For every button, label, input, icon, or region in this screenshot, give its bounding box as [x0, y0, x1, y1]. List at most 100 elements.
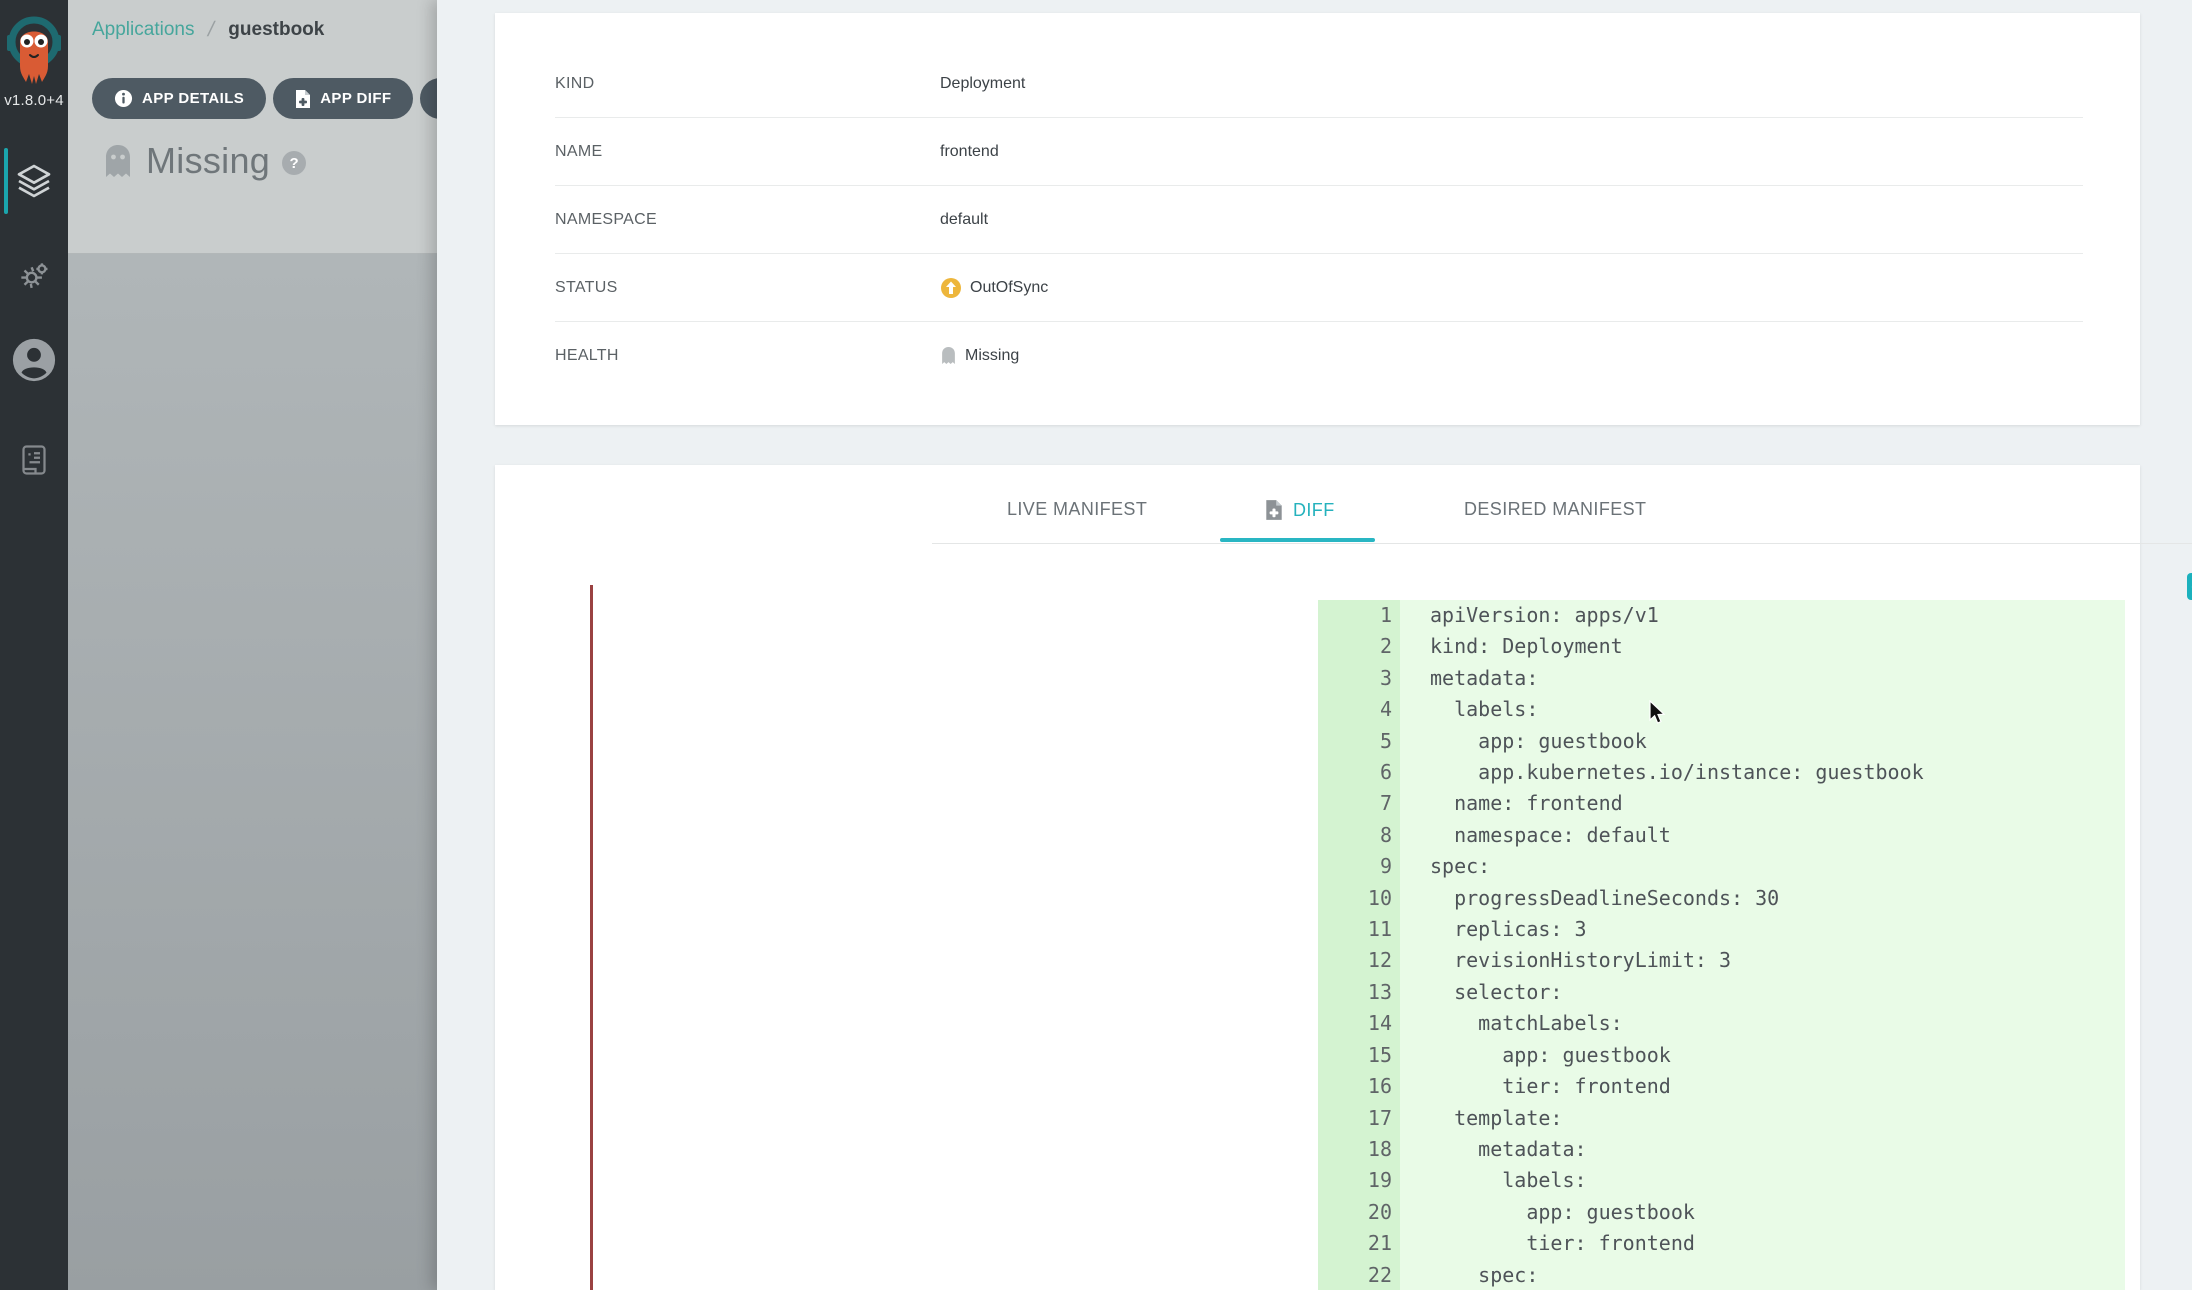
code-text: tier: frontend — [1400, 1071, 2125, 1102]
code-text: metadata: — [1400, 1134, 2125, 1165]
app-details-button[interactable]: APP DETAILS — [92, 78, 266, 119]
line-number: 13 — [1318, 977, 1400, 1008]
code-text: apiVersion: apps/v1 — [1400, 600, 2125, 631]
line-number: 5 — [1318, 726, 1400, 757]
code-text: progressDeadlineSeconds: 30 — [1400, 883, 2125, 914]
ghost-icon — [102, 143, 134, 179]
info-circle-icon — [114, 89, 133, 108]
diff-line: 9spec: — [1318, 851, 2125, 882]
diff-line: 16 tier: frontend — [1318, 1071, 2125, 1102]
breadcrumb-current: guestbook — [228, 19, 324, 41]
diff-line: 3metadata: — [1318, 663, 2125, 694]
diff-line: 19 labels: — [1318, 1165, 2125, 1196]
diff-line: 18 metadata: — [1318, 1134, 2125, 1165]
tab-diff-label: DIFF — [1293, 500, 1335, 521]
summary-label: HEALTH — [555, 347, 940, 365]
line-number: 15 — [1318, 1040, 1400, 1071]
sidebar-item-documentation[interactable] — [0, 424, 68, 496]
summary-value: default — [940, 211, 988, 229]
page-toolbar-area: Applications / guestbook APP DETAILS APP… — [68, 0, 437, 254]
line-number: 11 — [1318, 914, 1400, 945]
diff-line: 7 name: frontend — [1318, 788, 2125, 819]
summary-row-namespace: NAMESPACEdefault — [555, 186, 2083, 254]
line-number: 3 — [1318, 663, 1400, 694]
summary-label: NAMESPACE — [555, 211, 940, 229]
line-number: 9 — [1318, 851, 1400, 882]
gear-icon — [15, 257, 53, 295]
tab-diff[interactable]: DIFF — [1265, 499, 1335, 521]
diff-line: 10 progressDeadlineSeconds: 30 — [1318, 883, 2125, 914]
code-text: spec: — [1400, 851, 2125, 882]
line-number: 8 — [1318, 820, 1400, 851]
diff-line: 4 labels: — [1318, 694, 2125, 725]
diff-line: 5 app: guestbook — [1318, 726, 2125, 757]
out-of-sync-icon — [940, 277, 962, 299]
code-text: app.kubernetes.io/instance: guestbook — [1400, 757, 2125, 788]
line-number: 12 — [1318, 945, 1400, 976]
code-text: app: guestbook — [1400, 726, 2125, 757]
diff-line: 11 replicas: 3 — [1318, 914, 2125, 945]
summary-label: NAME — [555, 143, 940, 161]
code-text: app: guestbook — [1400, 1197, 2125, 1228]
layers-icon — [14, 161, 54, 201]
sidebar-item-settings[interactable] — [0, 240, 68, 312]
diff-line: 15 app: guestbook — [1318, 1040, 2125, 1071]
line-number: 16 — [1318, 1071, 1400, 1102]
sidebar-item-user[interactable] — [0, 324, 68, 396]
version-label: v1.8.0+4 — [0, 92, 68, 109]
line-number: 4 — [1318, 694, 1400, 725]
help-circle-icon[interactable]: ? — [282, 151, 306, 175]
code-text: replicas: 3 — [1400, 914, 2125, 945]
tab-desired-manifest[interactable]: DESIRED MANIFEST — [1464, 499, 1646, 520]
diff-line: 2kind: Deployment — [1318, 631, 2125, 662]
tab-live-manifest-label: LIVE MANIFEST — [1007, 499, 1147, 520]
summary-value: Missing — [940, 346, 1019, 365]
resource-summary-card: KINDDeploymentNAMEfrontendNAMESPACEdefau… — [495, 13, 2140, 425]
active-tab-underline — [1220, 538, 1375, 542]
app-details-label: APP DETAILS — [142, 90, 244, 107]
summary-label: STATUS — [555, 279, 940, 297]
summary-value: frontend — [940, 143, 999, 161]
breadcrumb-applications-link[interactable]: Applications — [92, 19, 194, 41]
summary-row-health: HEALTHMissing — [555, 322, 2083, 389]
code-text: tier: frontend — [1400, 1228, 2125, 1259]
line-number: 2 — [1318, 631, 1400, 662]
compact-diff-option[interactable]: ✓ Compact diff — [2187, 560, 2192, 612]
code-text: selector: — [1400, 977, 2125, 1008]
code-text: kind: Deployment — [1400, 631, 2125, 662]
sidebar: v1.8.0+4 — [0, 0, 68, 1290]
summary-rows: KINDDeploymentNAMEfrontendNAMESPACEdefau… — [495, 50, 2140, 389]
code-text: template: — [1400, 1103, 2125, 1134]
summary-row-kind: KINDDeployment — [555, 50, 2083, 118]
diff-line: 1apiVersion: apps/v1 — [1318, 600, 2125, 631]
tab-live-manifest[interactable]: LIVE MANIFEST — [1007, 499, 1147, 520]
summary-row-name: NAMEfrontend — [555, 118, 2083, 186]
resource-slide-panel: × KINDDeploymentNAMEfrontendNAMESPACEdef… — [437, 0, 2192, 1290]
line-number: 20 — [1318, 1197, 1400, 1228]
diff-line: 8 namespace: default — [1318, 820, 2125, 851]
breadcrumb-separator: / — [206, 18, 217, 42]
diff-line: 14 matchLabels: — [1318, 1008, 2125, 1039]
file-diff-icon — [295, 89, 311, 109]
status-heading-label: Missing — [146, 140, 270, 182]
compact-diff-checkbox[interactable]: ✓ — [2187, 573, 2192, 600]
app-diff-label: APP DIFF — [320, 90, 391, 107]
argo-logo-icon[interactable] — [6, 8, 62, 92]
line-number: 17 — [1318, 1103, 1400, 1134]
ghost-icon — [940, 346, 957, 365]
code-text: metadata: — [1400, 663, 2125, 694]
sidebar-item-applications[interactable] — [0, 145, 68, 217]
app-toolbar: APP DETAILS APP DIFF — [92, 78, 492, 119]
mouse-cursor — [1648, 700, 1670, 726]
code-text: app: guestbook — [1400, 1040, 2125, 1071]
line-number: 1 — [1318, 600, 1400, 631]
user-icon — [11, 337, 57, 383]
diff-line: 21 tier: frontend — [1318, 1228, 2125, 1259]
summary-value: Deployment — [940, 75, 1025, 93]
diff-options: ✓ Compact diff Inline Diff — [2187, 560, 2192, 612]
line-number: 7 — [1318, 788, 1400, 819]
diff-added-pane[interactable]: 1apiVersion: apps/v12kind: Deployment3me… — [1318, 600, 2125, 1290]
dimmed-content-area — [68, 254, 437, 1290]
background-page: Applications / guestbook APP DETAILS APP… — [68, 0, 437, 1290]
app-diff-button[interactable]: APP DIFF — [273, 78, 413, 119]
